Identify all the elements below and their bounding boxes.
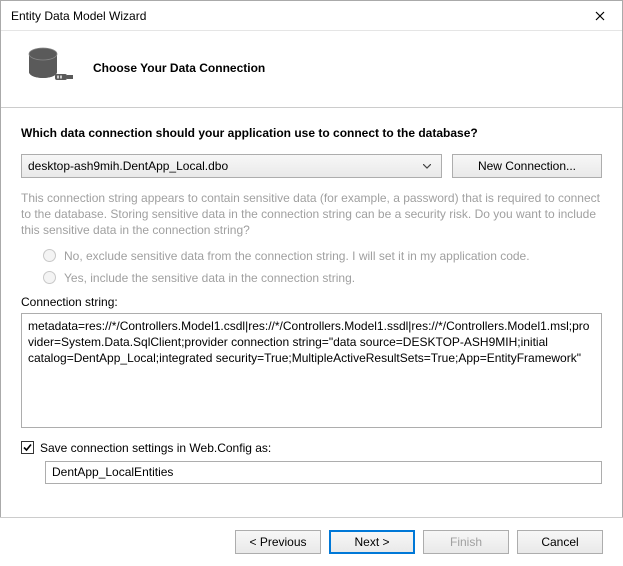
radio-icon: [43, 249, 56, 262]
chevron-down-icon: [419, 164, 435, 169]
connection-name-input[interactable]: [45, 461, 602, 484]
question-label: Which data connection should your applic…: [21, 126, 602, 140]
radio-exclude-sensitive: No, exclude sensitive data from the conn…: [43, 249, 602, 263]
sensitive-data-radio-group: No, exclude sensitive data from the conn…: [21, 249, 602, 285]
connection-dropdown[interactable]: desktop-ash9mih.DentApp_Local.dbo: [21, 154, 442, 178]
connection-dropdown-value: desktop-ash9mih.DentApp_Local.dbo: [28, 159, 419, 173]
save-settings-label: Save connection settings in Web.Config a…: [40, 441, 271, 455]
finish-button: Finish: [423, 530, 509, 554]
cancel-button[interactable]: Cancel: [517, 530, 603, 554]
wizard-content: Which data connection should your applic…: [1, 108, 622, 494]
save-settings-checkbox[interactable]: [21, 441, 34, 454]
previous-button[interactable]: < Previous: [235, 530, 321, 554]
titlebar: Entity Data Model Wizard: [1, 1, 622, 31]
radio-icon: [43, 271, 56, 284]
close-icon: [595, 11, 605, 21]
radio-include-sensitive: Yes, include the sensitive data in the c…: [43, 271, 602, 285]
checkmark-icon: [22, 442, 33, 453]
database-connection-icon: [21, 43, 81, 93]
connection-string-label: Connection string:: [21, 295, 602, 309]
save-settings-row: Save connection settings in Web.Config a…: [21, 441, 602, 455]
close-button[interactable]: [577, 1, 622, 31]
window-title: Entity Data Model Wizard: [11, 9, 577, 23]
radio-include-label: Yes, include the sensitive data in the c…: [64, 271, 355, 285]
wizard-heading: Choose Your Data Connection: [93, 61, 265, 75]
radio-exclude-label: No, exclude sensitive data from the conn…: [64, 249, 530, 263]
new-connection-button[interactable]: New Connection...: [452, 154, 602, 178]
connection-string-textarea[interactable]: [21, 313, 602, 428]
wizard-footer: < Previous Next > Finish Cancel: [0, 517, 623, 566]
connection-row: desktop-ash9mih.DentApp_Local.dbo New Co…: [21, 154, 602, 178]
next-button[interactable]: Next >: [329, 530, 415, 554]
sensitive-data-info: This connection string appears to contai…: [21, 190, 602, 239]
wizard-header: Choose Your Data Connection: [1, 31, 622, 107]
